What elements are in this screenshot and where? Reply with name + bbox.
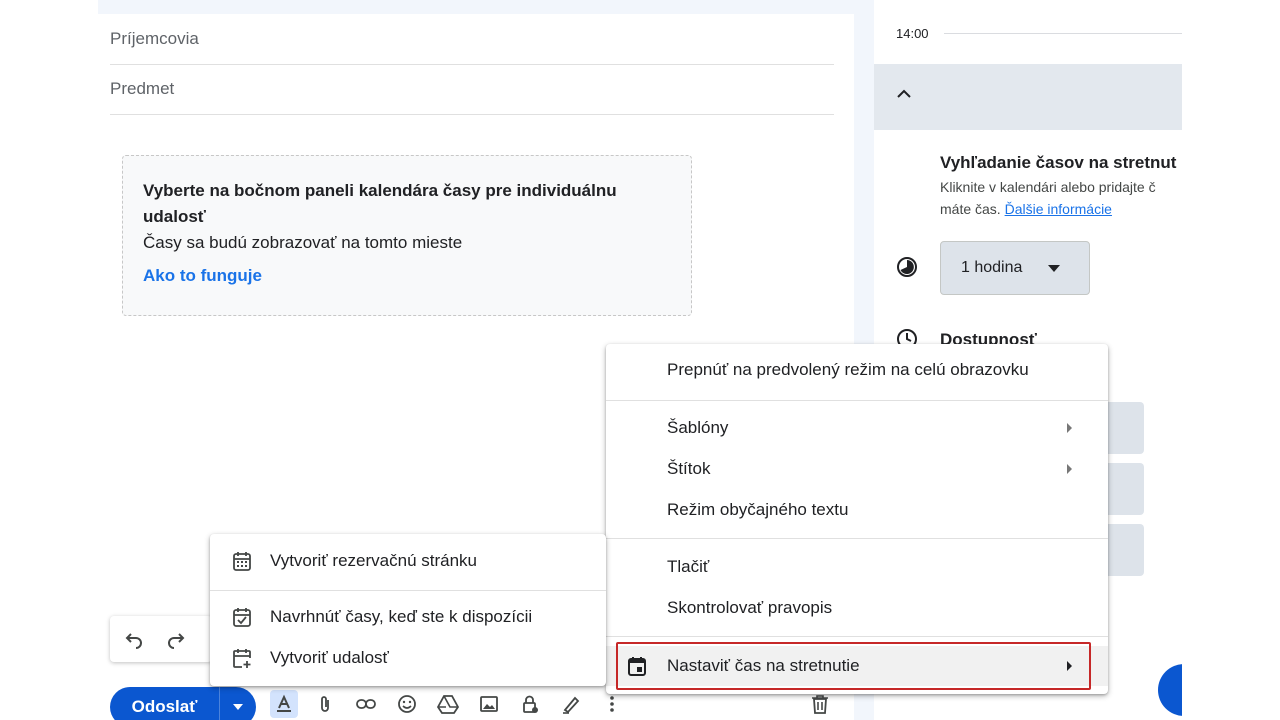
signature-icon[interactable] — [557, 690, 585, 718]
drive-icon[interactable] — [434, 690, 462, 718]
calendar-check-icon — [232, 606, 252, 633]
menu-item-suggest-times[interactable]: Navrhnúť časy, keď ste k dispozícii — [210, 597, 606, 637]
menu-item-label: Šablóny — [667, 418, 729, 437]
time-label: 14:00 — [896, 26, 929, 41]
undo-redo-bar — [110, 616, 212, 662]
placeholder-title: Vyberte na bočnom paneli kalendára časy … — [143, 181, 617, 226]
collapse-bar[interactable] — [874, 64, 1182, 130]
calendar-event-icon — [626, 655, 648, 682]
compose-header — [98, 0, 854, 14]
send-button[interactable]: Odoslať — [110, 687, 220, 720]
menu-divider — [606, 400, 1108, 401]
find-times-desc-line1: Kliknite v kalendári alebo pridajte č — [940, 179, 1156, 195]
photo-icon[interactable] — [475, 690, 503, 718]
formatting-toolbar — [270, 690, 626, 718]
send-button-group: Odoslať — [110, 687, 256, 720]
menu-item-label: Vytvoriť udalosť — [270, 648, 389, 667]
undo-icon[interactable] — [120, 625, 148, 653]
duration-value: 1 hodina — [961, 259, 1023, 276]
menu-item-print[interactable]: Tlačiť — [606, 547, 1108, 587]
menu-divider — [606, 636, 1108, 637]
submenu-arrow-icon — [1067, 661, 1072, 671]
find-times-title: Vyhľadanie časov na stretnut — [940, 153, 1177, 172]
attach-icon[interactable] — [311, 690, 339, 718]
text-format-icon[interactable] — [270, 690, 298, 718]
menu-item-label: Nastaviť čas na stretnutie — [667, 656, 860, 675]
calendar-add-icon — [232, 647, 252, 674]
menu-item-spellcheck[interactable]: Skontrolovať pravopis — [606, 588, 1108, 628]
time-gridline — [944, 33, 1182, 34]
menu-item-label: Vytvoriť rezervačnú stránku — [270, 551, 477, 570]
how-it-works-link[interactable]: Ako to funguje — [143, 266, 262, 286]
confidential-mode-icon[interactable] — [516, 690, 544, 718]
calendar-grid-icon — [232, 550, 252, 577]
menu-item-fullscreen[interactable]: Prepnúť na predvolený režim na celú obra… — [606, 350, 1108, 390]
floating-action-button[interactable] — [1158, 664, 1182, 716]
menu-item-templates[interactable]: Šablóny — [606, 408, 1108, 448]
redo-icon[interactable] — [162, 625, 190, 653]
meeting-time-submenu: Vytvoriť rezervačnú stránku Navrhnúť čas… — [210, 534, 606, 686]
dropdown-arrow-icon — [1048, 264, 1061, 272]
submenu-arrow-icon — [1067, 423, 1072, 433]
menu-divider — [210, 590, 606, 591]
duration-select[interactable]: 1 hodina — [940, 241, 1090, 295]
more-options-icon[interactable] — [598, 690, 626, 718]
learn-more-link[interactable]: Ďalšie informácie — [1005, 201, 1112, 217]
find-times-desc-text: máte čas. — [940, 201, 1001, 217]
chevron-up-icon[interactable] — [896, 86, 912, 104]
duration-icon — [896, 256, 918, 283]
menu-item-plain-text[interactable]: Režim obyčajného textu — [606, 490, 1108, 530]
find-times-description: Kliknite v kalendári alebo pridajte č má… — [940, 176, 1156, 220]
menu-item-set-meeting-time[interactable]: Nastaviť čas na stretnutie — [606, 646, 1108, 686]
menu-item-create-booking-page[interactable]: Vytvoriť rezervačnú stránku — [210, 541, 606, 581]
more-options-menu: Prepnúť na predvolený režim na celú obra… — [606, 344, 1108, 694]
link-icon[interactable] — [352, 690, 380, 718]
screen: Príjemcovia Predmet Vyberte na bočnom pa… — [0, 0, 1280, 720]
menu-item-label: Prepnúť na predvolený režim na celú obra… — [667, 360, 1029, 379]
recipients-field[interactable]: Príjemcovia — [110, 15, 834, 65]
menu-item-label: Tlačiť — [667, 557, 710, 576]
menu-item-label: Štítok — [667, 459, 711, 478]
submenu-arrow-icon — [1067, 464, 1072, 474]
send-options-button[interactable] — [220, 687, 256, 720]
find-times-desc-line2: máte čas. Ďalšie informácie — [940, 198, 1156, 220]
menu-divider — [606, 538, 1108, 539]
menu-item-create-event[interactable]: Vytvoriť udalosť — [210, 638, 606, 678]
menu-item-label: Režim obyčajného textu — [667, 500, 849, 519]
menu-item-label: Navrhnúť časy, keď ste k dispozícii — [270, 607, 533, 626]
placeholder-subtitle: Časy sa budú zobrazovať na tomto mieste — [143, 233, 463, 252]
discard-draft-icon[interactable] — [806, 690, 834, 718]
chevron-down-icon — [233, 704, 243, 710]
menu-item-label: Skontrolovať pravopis — [667, 598, 833, 617]
meeting-times-placeholder: Vyberte na bočnom paneli kalendára časy … — [122, 155, 692, 316]
emoji-icon[interactable] — [393, 690, 421, 718]
subject-field[interactable]: Predmet — [110, 65, 834, 115]
menu-item-label-tag[interactable]: Štítok — [606, 449, 1108, 489]
